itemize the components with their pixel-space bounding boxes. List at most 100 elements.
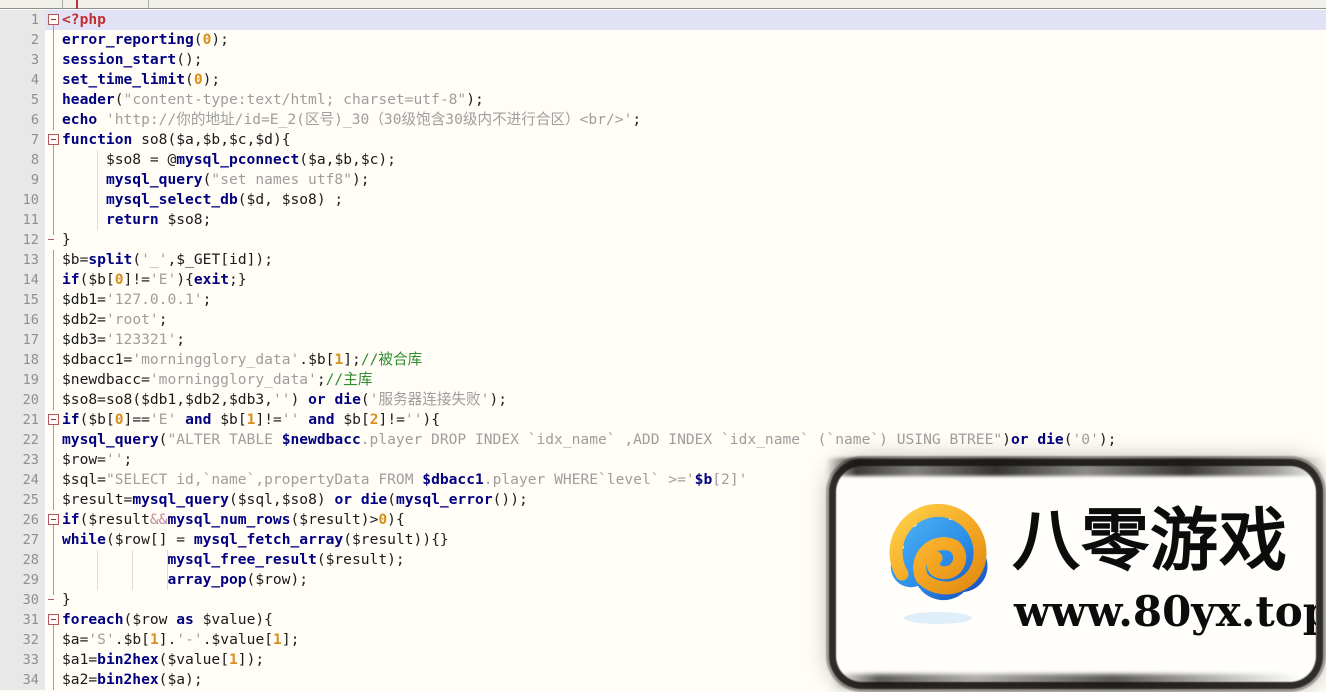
line-number: 9 — [0, 170, 45, 190]
fold-column[interactable] — [45, 110, 62, 130]
code-line[interactable]: 1 <?php — [0, 10, 1326, 30]
fold-column[interactable] — [45, 630, 62, 650]
code-line[interactable]: 33 $a1=bin2hex($value[1]); — [0, 650, 1326, 670]
fold-guide-line — [53, 650, 54, 670]
fold-column[interactable] — [45, 290, 62, 310]
code-line[interactable]: 16 $db2='root'; — [0, 310, 1326, 330]
fold-column[interactable] — [45, 510, 62, 530]
line-number: 15 — [0, 290, 45, 310]
fold-column[interactable] — [45, 270, 62, 290]
code-line[interactable]: 3 session_start(); — [0, 50, 1326, 70]
code-line-text: } — [62, 231, 71, 248]
fold-guide-line — [53, 250, 54, 270]
fold-guide-line — [53, 430, 54, 450]
fold-collapse-icon[interactable] — [48, 614, 59, 625]
code-line-text: $so8=so8($db1,$db2,$db3,'') or die('服务器连… — [62, 391, 508, 408]
fold-column[interactable] — [45, 170, 62, 190]
code-line-text: mysql_query("set names utf8"); — [105, 171, 370, 188]
code-line[interactable]: 6 echo 'http://你的地址/id=E_2(区号)_30（30级饱含30… — [0, 110, 1326, 130]
code-line[interactable]: 2 error_reporting(0); — [0, 30, 1326, 50]
fold-column[interactable] — [45, 30, 62, 50]
code-editor-surface[interactable]: 1 <?php 2 error_reporting(0); 3 session_start… — [0, 10, 1326, 692]
line-number: 6 — [0, 110, 45, 130]
code-line[interactable]: 12} — [0, 230, 1326, 250]
fold-end-marker — [48, 239, 54, 240]
code-line[interactable]: 27 while($row[] = mysql_fetch_array($resu… — [0, 530, 1326, 550]
fold-guide-line — [53, 370, 54, 390]
code-line[interactable]: 18 $dbacc1='morningglory_data'.$b[1];//被合… — [0, 350, 1326, 370]
code-line[interactable]: 29 array_pop($row); — [0, 570, 1326, 590]
tab-divider-left — [62, 0, 63, 8]
code-line[interactable]: 13 $b=split('_',$_GET[id]); — [0, 250, 1326, 270]
code-line[interactable]: 30} — [0, 590, 1326, 610]
code-line[interactable]: 8 $so8 = @mysql_pconnect($a,$b,$c); — [0, 150, 1326, 170]
code-line[interactable]: 23 $row=''; — [0, 450, 1326, 470]
fold-column[interactable] — [45, 470, 62, 490]
fold-collapse-icon[interactable] — [48, 134, 59, 145]
line-number: 12 — [0, 230, 45, 250]
code-line[interactable]: 14 if($b[0]!='E'){exit;} — [0, 270, 1326, 290]
fold-column[interactable] — [45, 610, 62, 630]
code-line-text: } — [62, 591, 71, 608]
fold-column[interactable] — [45, 330, 62, 350]
fold-column[interactable] — [45, 70, 62, 90]
code-line[interactable]: 10 mysql_select_db($d, $so8) ; — [0, 190, 1326, 210]
code-line[interactable]: 34 $a2=bin2hex($a); — [0, 670, 1326, 690]
code-line[interactable]: 11 return $so8; — [0, 210, 1326, 230]
fold-column[interactable] — [45, 490, 62, 510]
code-line[interactable]: 25 $result=mysql_query($sql,$so8) or die(… — [0, 490, 1326, 510]
fold-column[interactable] — [45, 430, 62, 450]
fold-column[interactable] — [45, 410, 62, 430]
code-line-text: mysql_select_db($d, $so8) ; — [105, 191, 344, 208]
code-line[interactable]: 17 $db3='123321'; — [0, 330, 1326, 350]
fold-column[interactable] — [45, 370, 62, 390]
fold-column[interactable] — [45, 190, 62, 210]
fold-column[interactable] — [45, 250, 62, 270]
code-line[interactable]: 32 $a='S'.$b[1].'-'.$value[1]; — [0, 630, 1326, 650]
code-line[interactable]: 20 $so8=so8($db1,$db2,$db3,'') or die('服务… — [0, 390, 1326, 410]
fold-column[interactable] — [45, 590, 62, 610]
fold-column[interactable] — [45, 450, 62, 470]
code-line[interactable]: 4 set_time_limit(0); — [0, 70, 1326, 90]
code-line[interactable]: 31 foreach($row as $value){ — [0, 610, 1326, 630]
code-line-text: return $so8; — [105, 211, 212, 228]
code-line[interactable]: 9 mysql_query("set names utf8"); — [0, 170, 1326, 190]
fold-column[interactable] — [45, 570, 62, 590]
fold-collapse-icon[interactable] — [48, 514, 59, 525]
fold-column[interactable] — [45, 530, 62, 550]
fold-collapse-icon[interactable] — [48, 414, 59, 425]
fold-column[interactable] — [45, 10, 62, 30]
fold-guide-line — [53, 630, 54, 650]
line-number: 1 — [0, 10, 45, 30]
fold-guide-line — [53, 30, 54, 50]
fold-collapse-icon[interactable] — [48, 14, 59, 25]
code-line[interactable]: 24 $sql="SELECT id,`name`,propertyData FR… — [0, 470, 1326, 490]
code-line[interactable]: 15 $db1='127.0.0.1'; — [0, 290, 1326, 310]
fold-column[interactable] — [45, 550, 62, 570]
fold-column[interactable] — [45, 670, 62, 690]
code-line-text: if($b[0]!='E'){exit;} — [62, 271, 247, 288]
fold-column[interactable] — [45, 650, 62, 670]
code-line[interactable]: 26 if($result&&mysql_num_rows($result)>0)… — [0, 510, 1326, 530]
fold-column[interactable] — [45, 310, 62, 330]
code-line-text: $db2='root'; — [62, 311, 168, 328]
code-line[interactable]: 7 function so8($a,$b,$c,$d){ — [0, 130, 1326, 150]
code-line[interactable]: 22 mysql_query("ALTER TABLE $newdbacc.pla… — [0, 430, 1326, 450]
fold-column[interactable] — [45, 350, 62, 370]
fold-column[interactable] — [45, 210, 62, 230]
code-line[interactable]: 5 header("content-type:text/html; charset… — [0, 90, 1326, 110]
fold-column[interactable] — [45, 130, 62, 150]
code-line-text: $db1='127.0.0.1'; — [62, 291, 212, 308]
code-line[interactable]: 21 if($b[0]=='E' and $b[1]!='' and $b[2]!… — [0, 410, 1326, 430]
code-line[interactable]: 19 $newdbacc='morningglory_data';//主库 — [0, 370, 1326, 390]
fold-column[interactable] — [45, 230, 62, 250]
fold-guide-line — [53, 150, 54, 170]
line-number: 3 — [0, 50, 45, 70]
fold-column[interactable] — [45, 50, 62, 70]
fold-column[interactable] — [45, 90, 62, 110]
fold-column[interactable] — [45, 390, 62, 410]
fold-guide-line — [53, 90, 54, 110]
fold-column[interactable] — [45, 150, 62, 170]
code-editor-window: 1 <?php 2 error_reporting(0); 3 session_start… — [0, 0, 1326, 692]
code-line[interactable]: 28 mysql_free_result($result); — [0, 550, 1326, 570]
